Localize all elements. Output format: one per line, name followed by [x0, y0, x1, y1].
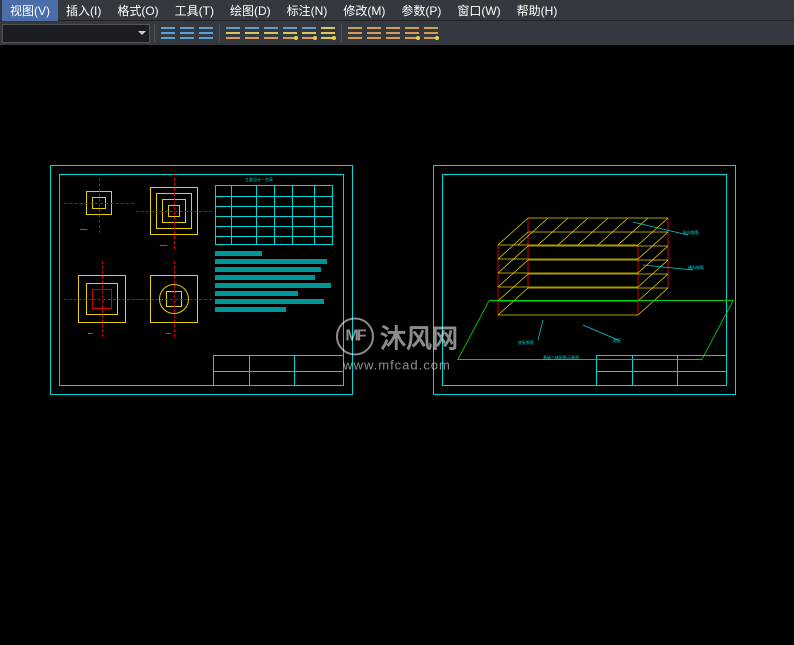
- align-center-button[interactable]: [178, 24, 196, 42]
- leader-tool-5-button[interactable]: [422, 24, 440, 42]
- view-caption: 基础三维配筋示意图: [543, 355, 579, 361]
- leader-tool-1-button[interactable]: [346, 24, 364, 42]
- detail-view-3: ━━: [78, 275, 126, 323]
- menu-modify[interactable]: 修改(M): [335, 0, 393, 21]
- detail-view-4: ━━: [150, 275, 198, 323]
- view-caption: ━━━: [80, 227, 87, 232]
- menu-window[interactable]: 窗口(W): [449, 0, 508, 21]
- sheet-frame: 主要设计一览表 ━━━: [59, 174, 344, 386]
- sheet-frame: 纵向钢筋 横向钢筋 箍筋 底板钢筋 基础三维配筋示意图: [442, 174, 727, 386]
- leader-icon: [386, 27, 400, 39]
- align-right-icon: [199, 27, 213, 39]
- leader-tool-4-button[interactable]: [403, 24, 421, 42]
- menu-draw[interactable]: 绘图(D): [222, 0, 279, 21]
- leader-tool-3-button[interactable]: [384, 24, 402, 42]
- leader-tool-2-button[interactable]: [365, 24, 383, 42]
- rebar-label-3: 箍筋: [613, 338, 621, 344]
- align-right-button[interactable]: [197, 24, 215, 42]
- align-center-icon: [180, 27, 194, 39]
- view-caption: ━━━: [160, 243, 167, 248]
- layer-icon: [321, 27, 335, 39]
- layer-icon: [264, 27, 278, 39]
- leader-icon: [424, 27, 438, 39]
- view-caption: ━━: [88, 331, 93, 336]
- notes-panel: 主要设计一览表: [215, 185, 333, 335]
- layer-icon: [226, 27, 240, 39]
- menu-view[interactable]: 视图(V): [2, 0, 58, 21]
- rebar-label-2: 横向钢筋: [688, 265, 704, 271]
- drawing-canvas[interactable]: 主要设计一览表 ━━━: [0, 45, 794, 645]
- view-caption: ━━: [166, 331, 171, 336]
- ground-plane: [457, 300, 734, 360]
- toolbar-divider: [154, 24, 155, 42]
- layer-icon: [302, 27, 316, 39]
- layer-tool-5-button[interactable]: [300, 24, 318, 42]
- chevron-down-icon: [138, 31, 146, 35]
- align-left-icon: [161, 27, 175, 39]
- drawing-sheet-1: 主要设计一览表 ━━━: [50, 165, 353, 395]
- menu-tools[interactable]: 工具(T): [167, 0, 222, 21]
- layer-icon: [283, 27, 297, 39]
- table-title: 主要设计一览表: [245, 177, 273, 183]
- layer-tool-4-button[interactable]: [281, 24, 299, 42]
- leader-icon: [367, 27, 381, 39]
- menu-format[interactable]: 格式(O): [109, 0, 166, 21]
- layer-tool-3-button[interactable]: [262, 24, 280, 42]
- toolbar-divider: [219, 24, 220, 42]
- toolbar: [0, 21, 794, 45]
- layer-tool-2-button[interactable]: [243, 24, 261, 42]
- layer-icon: [245, 27, 259, 39]
- toolbar-divider: [341, 24, 342, 42]
- leader-icon: [348, 27, 362, 39]
- menu-dimension[interactable]: 标注(N): [279, 0, 336, 21]
- rebar-label-4: 底板钢筋: [518, 340, 534, 346]
- menu-parametric[interactable]: 参数(P): [393, 0, 449, 21]
- layer-tool-1-button[interactable]: [224, 24, 242, 42]
- menu-bar: 视图(V) 插入(I) 格式(O) 工具(T) 绘图(D) 标注(N) 修改(M…: [0, 0, 794, 21]
- rebar-label-1: 纵向钢筋: [683, 230, 699, 236]
- layer-tool-6-button[interactable]: [319, 24, 337, 42]
- rebar-cage-3d: 纵向钢筋 横向钢筋 箍筋 底板钢筋 基础三维配筋示意图: [483, 210, 708, 350]
- menu-insert[interactable]: 插入(I): [58, 0, 109, 21]
- drawing-sheet-2: 纵向钢筋 横向钢筋 箍筋 底板钢筋 基础三维配筋示意图: [433, 165, 736, 395]
- layer-dropdown[interactable]: [2, 24, 150, 43]
- align-left-button[interactable]: [159, 24, 177, 42]
- menu-help[interactable]: 帮助(H): [509, 0, 566, 21]
- title-block: [213, 355, 343, 385]
- notes-text: [215, 251, 333, 312]
- leader-icon: [405, 27, 419, 39]
- schedule-table: [215, 185, 333, 245]
- detail-view-2: ━━━: [150, 187, 198, 235]
- detail-view-1: ━━━: [78, 187, 120, 219]
